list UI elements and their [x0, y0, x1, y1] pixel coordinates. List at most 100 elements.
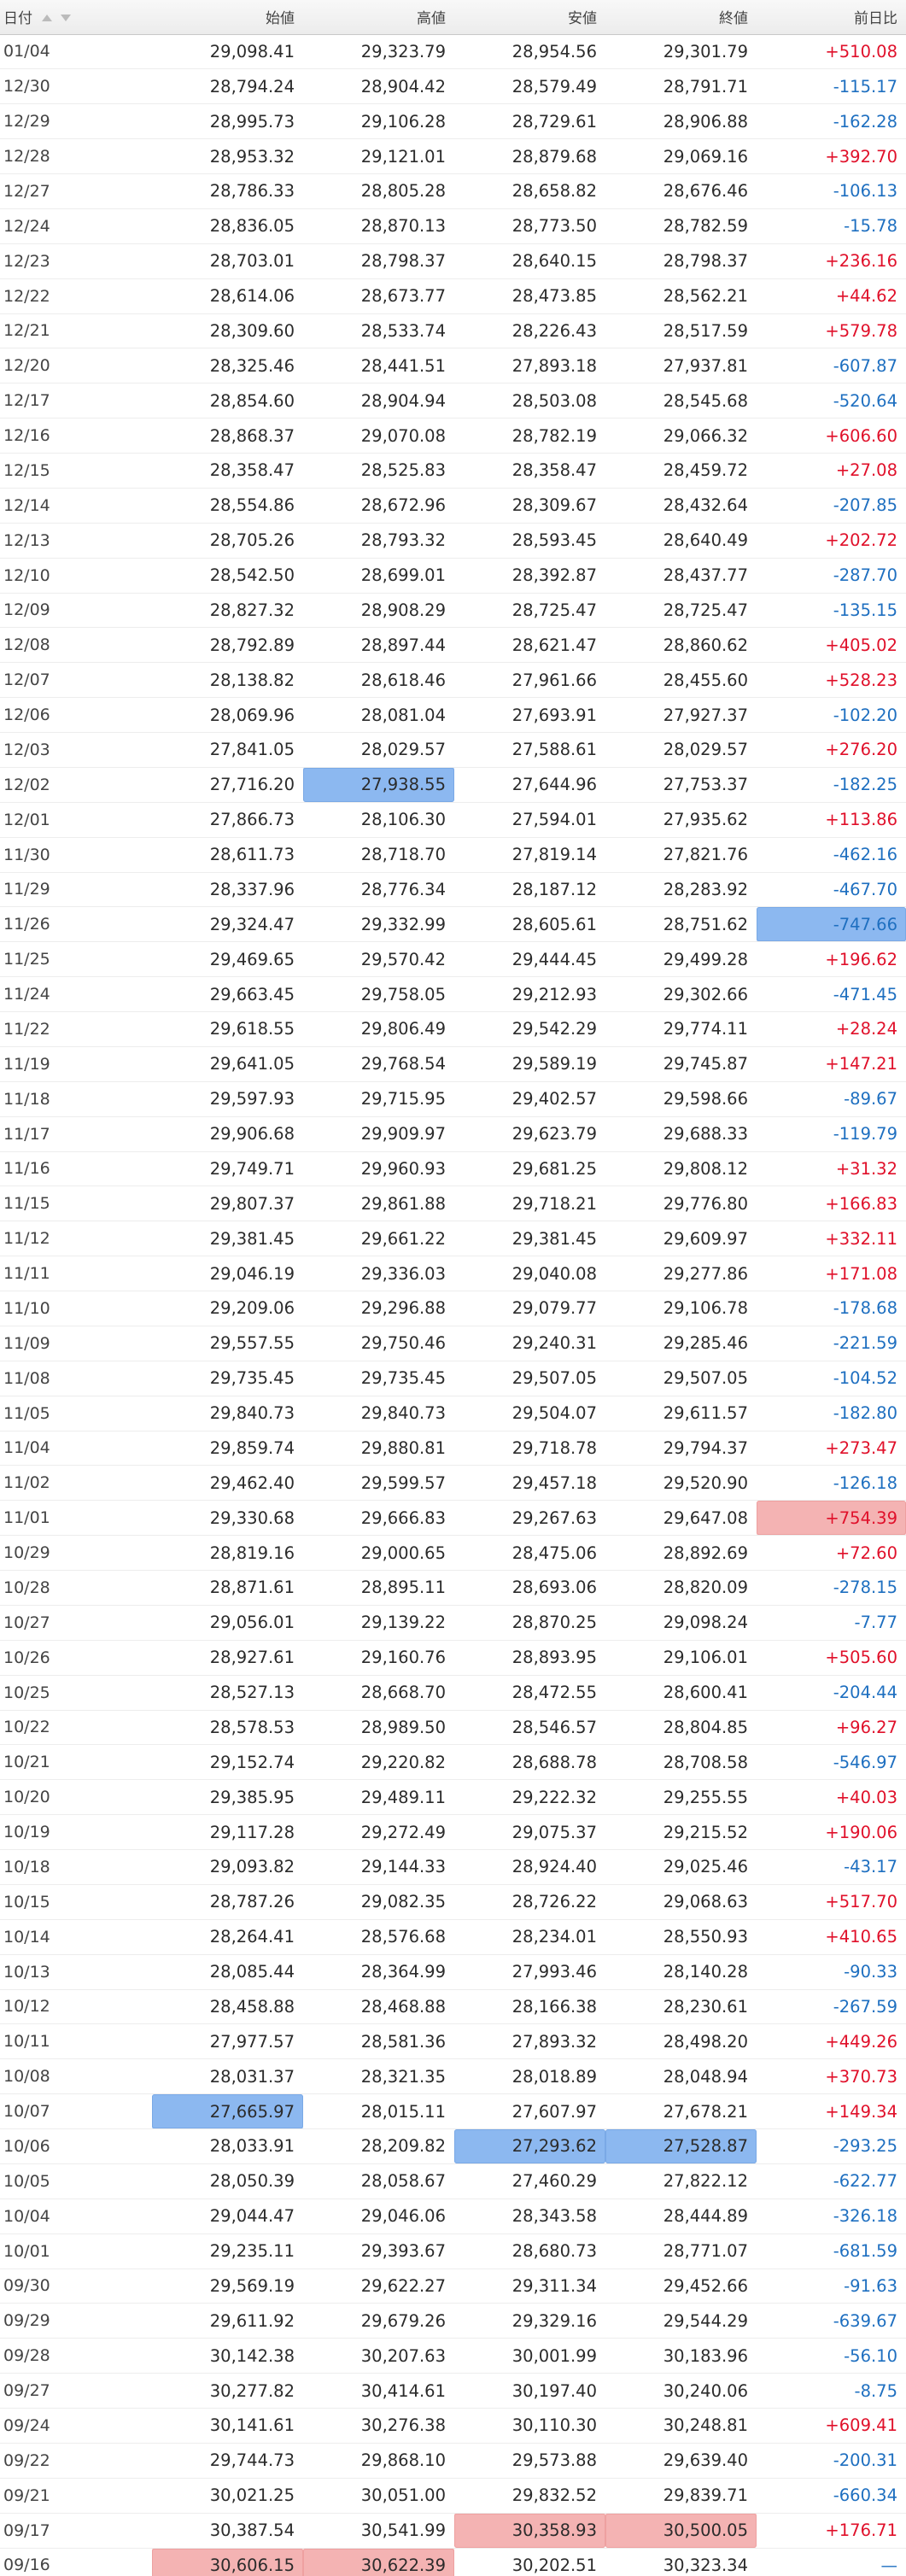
cell-high: 29,336.03 [303, 1256, 454, 1291]
cell-high: 30,622.39 [303, 2548, 454, 2576]
cell-high: 29,393.67 [303, 2234, 454, 2269]
cell-date: 11/08 [0, 1361, 152, 1396]
cell-close: 28,892.69 [605, 1535, 757, 1571]
cell-open: 29,807.37 [152, 1186, 303, 1222]
cell-high: 29,570.42 [303, 941, 454, 978]
cell-date: 10/19 [0, 1814, 152, 1850]
table-row: 12/13 28,705.26 28,793.32 28,593.45 28,640.4… [0, 523, 906, 559]
column-header-low[interactable]: 安値 [454, 0, 605, 35]
cell-change: +44.62 [757, 278, 906, 314]
sort-ascending-icon[interactable] [42, 15, 53, 22]
cell-high: 29,868.10 [303, 2443, 454, 2479]
cell-close: 29,688.33 [605, 1116, 757, 1152]
cell-date: 12/30 [0, 68, 152, 105]
cell-open: 28,085.44 [152, 1954, 303, 1990]
table-row: 09/28 30,142.38 30,207.63 30,001.99 30,183.9… [0, 2338, 906, 2374]
cell-low: 28,593.45 [454, 523, 605, 559]
cell-high: 28,581.36 [303, 2023, 454, 2060]
cell-low: 29,381.45 [454, 1221, 605, 1257]
cell-date: 11/05 [0, 1396, 152, 1431]
cell-low: 29,402.57 [454, 1081, 605, 1117]
cell-change: +510.08 [757, 34, 906, 70]
cell-close: 29,507.05 [605, 1361, 757, 1396]
cell-change: +113.86 [757, 802, 906, 838]
cell-low: 28,621.47 [454, 627, 605, 664]
table-row: 10/04 29,044.47 29,046.06 28,343.58 28,444.8… [0, 2198, 906, 2234]
cell-high: 29,296.88 [303, 1291, 454, 1326]
cell-date: 12/08 [0, 627, 152, 664]
table-row: 10/27 29,056.01 29,139.22 28,870.25 29,098.2… [0, 1605, 906, 1641]
table-row: 12/28 28,953.32 29,121.01 28,879.68 29,069.1… [0, 138, 906, 174]
column-header-change[interactable]: 前日比 [757, 0, 906, 35]
cell-change: -119.79 [757, 1116, 906, 1152]
cell-high: 28,525.83 [303, 453, 454, 489]
cell-open: 29,611.92 [152, 2303, 303, 2339]
cell-date: 11/19 [0, 1046, 152, 1082]
cell-high: 28,576.68 [303, 1919, 454, 1955]
cell-change: +517.70 [757, 1884, 906, 1920]
sort-descending-icon[interactable] [60, 15, 71, 22]
cell-change: +166.83 [757, 1186, 906, 1222]
cell-open: 28,836.05 [152, 208, 303, 244]
column-header-high[interactable]: 高値 [303, 0, 454, 35]
cell-low: 27,293.62 [454, 2128, 605, 2164]
cell-close: 28,444.89 [605, 2198, 757, 2234]
cell-high: 28,029.57 [303, 732, 454, 768]
table-row: 10/22 28,578.53 28,989.50 28,546.57 28,804.8… [0, 1710, 906, 1746]
cell-high: 28,468.88 [303, 1989, 454, 2025]
cell-change: +202.72 [757, 523, 906, 559]
cell-close: 29,639.40 [605, 2443, 757, 2479]
cell-open: 28,264.41 [152, 1919, 303, 1955]
column-header-open[interactable]: 始値 [152, 0, 303, 35]
cell-open: 29,618.55 [152, 1011, 303, 1047]
cell-high: 28,805.28 [303, 173, 454, 209]
table-row: 12/08 28,792.89 28,897.44 28,621.47 28,860.6… [0, 627, 906, 664]
cell-close: 29,544.29 [605, 2303, 757, 2339]
cell-low: 28,309.67 [454, 488, 605, 524]
column-header-close[interactable]: 終値 [605, 0, 757, 35]
cell-date: 12/29 [0, 103, 152, 140]
cell-change: +72.60 [757, 1535, 906, 1571]
table-row: 12/27 28,786.33 28,805.28 28,658.82 28,676.4… [0, 173, 906, 209]
table-row: 11/12 29,381.45 29,661.22 29,381.45 29,609.9… [0, 1221, 906, 1257]
cell-change: — [757, 2548, 906, 2576]
cell-low: 28,729.61 [454, 103, 605, 140]
table-row: 10/18 29,093.82 29,144.33 28,924.40 29,025.4… [0, 1849, 906, 1885]
cell-close: 30,500.05 [605, 2513, 757, 2549]
table-row: 12/09 28,827.32 28,908.29 28,725.47 28,725.4… [0, 593, 906, 629]
table-row: 10/21 29,152.74 29,220.82 28,688.78 28,708.5… [0, 1744, 906, 1781]
cell-open: 28,792.89 [152, 627, 303, 664]
cell-date: 11/18 [0, 1081, 152, 1117]
cell-date: 10/15 [0, 1884, 152, 1920]
cell-close: 28,771.07 [605, 2234, 757, 2269]
cell-change: -104.52 [757, 1361, 906, 1396]
cell-close: 28,640.49 [605, 523, 757, 559]
cell-change: -204.44 [757, 1675, 906, 1711]
table-row: 12/16 28,868.37 29,070.08 28,782.19 29,066.3… [0, 418, 906, 454]
cell-date: 11/25 [0, 941, 152, 978]
cell-low: 30,358.93 [454, 2513, 605, 2549]
cell-date: 10/18 [0, 1849, 152, 1885]
cell-close: 27,927.37 [605, 697, 757, 733]
cell-open: 29,117.28 [152, 1814, 303, 1850]
cell-low: 28,726.22 [454, 1884, 605, 1920]
cell-open: 29,381.45 [152, 1221, 303, 1257]
cell-change: +609.41 [757, 2408, 906, 2444]
table-row: 11/11 29,046.19 29,336.03 29,040.08 29,277.8… [0, 1256, 906, 1291]
cell-open: 29,859.74 [152, 1431, 303, 1467]
column-header-date[interactable]: 日付 [0, 0, 152, 35]
cell-change: -106.13 [757, 173, 906, 209]
cell-open: 28,705.26 [152, 523, 303, 559]
table-row: 11/16 29,749.71 29,960.93 29,681.25 29,808.1… [0, 1151, 906, 1187]
table-row: 09/17 30,387.54 30,541.99 30,358.93 30,500.0… [0, 2513, 906, 2549]
table-row: 12/01 27,866.73 28,106.30 27,594.01 27,935.6… [0, 802, 906, 838]
cell-date: 12/01 [0, 802, 152, 838]
cell-high: 29,000.65 [303, 1535, 454, 1571]
cell-close: 28,550.93 [605, 1919, 757, 1955]
cell-change: -8.75 [757, 2373, 906, 2409]
table-row: 10/29 28,819.16 29,000.65 28,475.06 28,892.6… [0, 1535, 906, 1571]
cell-change: +405.02 [757, 627, 906, 664]
cell-high: 28,015.11 [303, 2093, 454, 2129]
cell-high: 28,081.04 [303, 697, 454, 733]
cell-date: 10/11 [0, 2023, 152, 2060]
